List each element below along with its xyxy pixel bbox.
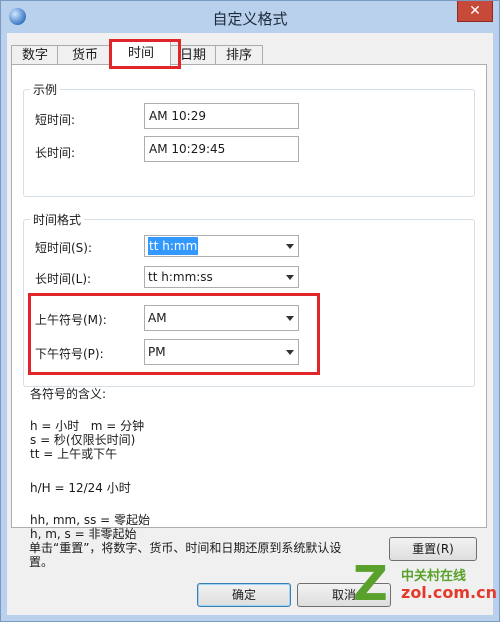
am-symbol-value: AM — [148, 311, 167, 325]
ok-button[interactable]: 确定 — [197, 583, 291, 607]
pm-symbol-label: 下午符号(P): — [35, 347, 104, 361]
chevron-down-icon — [286, 350, 294, 355]
short-time-label: 短时间(S): — [35, 241, 93, 255]
reset-button[interactable]: 重置(R) — [389, 537, 477, 561]
time-tab-panel: 示例 短时间: AM 10:29 长时间: AM 10:29:45 时间格式 短… — [11, 64, 487, 541]
dialog-client: 数字 货币 时间 日期 排序 示例 短时间: AM 10:29 长时间: AM … — [7, 33, 493, 615]
long-time-select[interactable]: tt h:mm:ss — [144, 266, 299, 288]
watermark-brand: 中关村在线 — [401, 569, 467, 584]
chevron-down-icon — [286, 244, 294, 249]
zol-logo-letter: Z — [353, 556, 388, 612]
tab-currency[interactable]: 货币 — [57, 45, 113, 66]
chevron-down-icon — [286, 316, 294, 321]
example-short-label: 短时间: — [35, 113, 76, 127]
pm-symbol-value: PM — [148, 345, 166, 359]
reset-description-cont: 置。 — [29, 555, 54, 569]
example-long-value: AM 10:29:45 — [144, 136, 299, 162]
title-bar[interactable]: 自定义格式 ✕ — [1, 1, 499, 33]
notes-line: tt = 上午或下午 — [30, 447, 118, 461]
notes-line: h/H = 12/24 小时 — [30, 481, 131, 495]
chevron-down-icon — [286, 275, 294, 280]
am-symbol-label: 上午符号(M): — [35, 313, 107, 327]
short-time-value: tt h:mm — [148, 237, 199, 255]
example-legend: 示例 — [30, 81, 61, 98]
notes-heading: 各符号的含义: — [30, 387, 107, 401]
zol-watermark: Z 中关村在线 zol.com.cn — [353, 556, 497, 615]
time-format-legend: 时间格式 — [30, 211, 85, 228]
am-symbol-select[interactable]: AM — [144, 305, 299, 331]
close-button[interactable]: ✕ — [457, 1, 493, 22]
dialog-window: 自定义格式 ✕ 数字 货币 时间 日期 排序 示例 短时间: AM 10:29 … — [0, 0, 500, 622]
tab-highlight-box — [109, 39, 181, 69]
reset-description: 单击“重置”，将数字、货币、时间和日期还原到系统默认设 — [29, 541, 342, 555]
long-time-value: tt h:mm:ss — [148, 270, 213, 284]
watermark-url: zol.com.cn — [401, 583, 497, 602]
short-time-select[interactable]: tt h:mm — [144, 235, 299, 257]
long-time-label: 长时间(L): — [35, 272, 92, 286]
window-title: 自定义格式 — [212, 10, 288, 28]
example-long-label: 长时间: — [35, 146, 76, 160]
tab-sort[interactable]: 排序 — [215, 45, 263, 66]
tab-number[interactable]: 数字 — [11, 45, 59, 66]
example-short-value: AM 10:29 — [144, 103, 299, 129]
pm-symbol-select[interactable]: PM — [144, 339, 299, 365]
